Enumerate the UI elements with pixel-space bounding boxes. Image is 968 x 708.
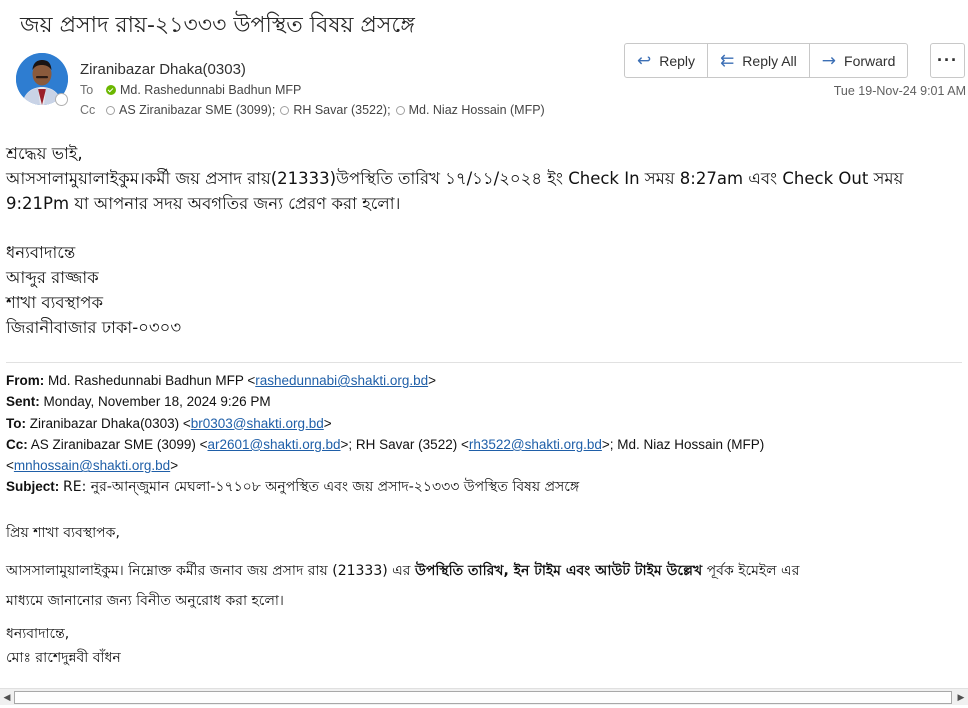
quoted-line: মাধ্যমে জানানোর জন্য বিনীত অনুরোধ করা হল…: [6, 593, 284, 609]
quoted-sent-row: Sent: Monday, November 18, 2024 9:26 PM: [6, 394, 271, 410]
reply-all-label: Reply All: [742, 52, 797, 69]
cc-recipient[interactable]: Md. Niaz Hossain (MFP): [409, 103, 545, 117]
forward-label: Forward: [844, 52, 896, 69]
to-recipients: To Md. Rashedunnabi Badhun MFP: [80, 83, 301, 97]
presence-unknown-icon: [106, 105, 115, 115]
quoted-header: From: Md. Rashedunnabi Badhun MFP <rashe…: [6, 370, 966, 499]
email-subject: জয় প্রসাদ রায়-২১৩৩৩ উপস্থিত বিষয় প্রস…: [20, 13, 415, 38]
quoted-sender-name: মোঃ রাশেদুন্নবী বাঁধন: [6, 650, 121, 666]
sender-name[interactable]: Ziranibazar Dhaka(0303): [80, 61, 246, 78]
email-link[interactable]: rashedunnabi@shakti.org.bd: [255, 373, 428, 388]
quoted-greeting: প্রিয় শাখা ব্যবস্থাপক,: [6, 525, 120, 541]
quoted-subject-row: Subject: RE: নুর-আন্জুমান মেঘলা-১৭১০৮ অন…: [6, 479, 580, 496]
quoted-from-row: From: Md. Rashedunnabi Badhun MFP <rashe…: [6, 373, 436, 388]
quote-divider: [6, 362, 962, 363]
scroll-left-icon[interactable]: ◀: [1, 691, 13, 704]
quoted-line: আসসালামুয়ালাইকুম। নিম্নোক্ত কর্মীর জনাব…: [6, 563, 800, 579]
scroll-right-icon[interactable]: ▶: [955, 691, 967, 704]
signature-branch: জিরানীবাজার ঢাকা-০৩০৩: [6, 318, 182, 337]
received-date: Tue 19-Nov-24 9:01 AM: [833, 84, 966, 98]
scrollbar-thumb[interactable]: [14, 691, 952, 704]
presence-unknown-icon: [280, 105, 290, 115]
horizontal-scrollbar[interactable]: ◀ ▶: [0, 688, 968, 705]
reply-all-button[interactable]: ⇇ Reply All: [708, 44, 810, 77]
forward-button[interactable]: → Forward: [810, 44, 908, 77]
signature-name: আব্দুর রাজ্জাক: [6, 268, 99, 287]
quoted-cc-row: Cc: AS Ziranibazar SME (3099) <ar2601@sh…: [6, 436, 765, 452]
body-line: আসসালামুয়ালাইকুম।কর্মী জয় প্রসাদ রায়(…: [6, 169, 904, 188]
email-link[interactable]: br0303@shakti.org.bd: [191, 416, 324, 431]
cc-label: Cc: [80, 103, 96, 117]
reply-all-arrow-icon: ⇇: [720, 50, 735, 71]
to-label: To: [80, 83, 94, 97]
cc-recipients: Cc AS Ziranibazar SME (3099); RH Savar (…: [80, 103, 545, 117]
body-greeting: শ্রদ্ধেয় ভাই,: [6, 144, 83, 163]
message-actions: ↩ Reply ⇇ Reply All → Forward: [624, 43, 909, 78]
reply-arrow-icon: ↩: [637, 50, 652, 71]
email-link[interactable]: ar2601@shakti.org.bd: [207, 437, 340, 452]
body-line: 9:21Pm যা আপনার সদয় অবগতির জন্য প্রেরণ …: [6, 194, 401, 213]
email-link[interactable]: rh3522@shakti.org.bd: [469, 437, 602, 452]
reply-button[interactable]: ↩ Reply: [625, 44, 709, 77]
cc-recipient[interactable]: AS Ziranibazar SME (3099);: [119, 103, 275, 117]
to-recipient[interactable]: Md. Rashedunnabi Badhun MFP: [120, 83, 301, 97]
more-actions-button[interactable]: ···: [930, 43, 965, 78]
presence-available-icon: [106, 85, 116, 95]
forward-arrow-icon: →: [821, 50, 837, 71]
quoted-to-row: To: Ziranibazar Dhaka(0303) <br0303@shak…: [6, 415, 332, 431]
signature-title: শাখা ব্যবস্থাপক: [6, 293, 104, 312]
signature-closing: ধন্যবাদান্তে: [6, 243, 76, 262]
message-body: শ্রদ্ধেয় ভাই, আসসালামুয়ালাইকুম।কর্মী জ…: [6, 141, 966, 340]
email-link[interactable]: mnhossain@shakti.org.bd: [14, 458, 170, 473]
quoted-closing: ধন্যবাদান্তে,: [6, 626, 70, 642]
cc-recipient[interactable]: RH Savar (3522);: [293, 103, 390, 117]
presence-unknown-icon: [395, 105, 405, 115]
quoted-cc-row-cont: <mnhossain@shakti.org.bd>: [6, 458, 179, 474]
reply-label: Reply: [659, 52, 696, 69]
quoted-body: প্রিয় শাখা ব্যবস্থাপক, আসসালামুয়ালাইকু…: [6, 518, 968, 670]
presence-status-icon: [55, 93, 68, 106]
